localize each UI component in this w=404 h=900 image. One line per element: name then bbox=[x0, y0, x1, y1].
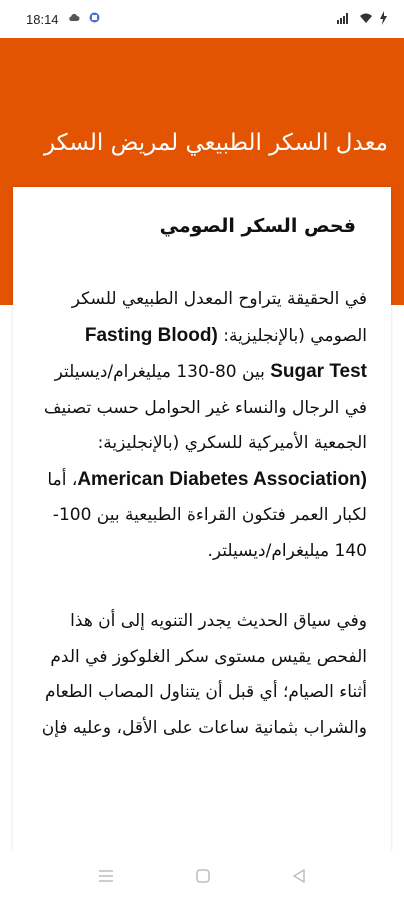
paragraph-2: وفي سياق الحديث يجدر التنويه إلى أن هذا … bbox=[41, 611, 367, 738]
navigation-bar bbox=[0, 851, 404, 900]
cloud-icon bbox=[68, 13, 80, 25]
wifi-icon bbox=[359, 12, 373, 27]
status-time: 18:14 bbox=[26, 11, 59, 27]
article-card: فحص السكر الصومي في الحقيقة يتراوح المعد… bbox=[13, 187, 391, 851]
home-icon[interactable] bbox=[192, 865, 214, 887]
english-term: (American Diabetes Association bbox=[77, 468, 367, 490]
paragraph-1: في الحقيقة يتراوح المعدل الطبيعي للسكر ا… bbox=[33, 282, 367, 569]
section-heading: فحص السكر الصومي bbox=[159, 215, 356, 237]
menu-icon[interactable] bbox=[95, 865, 117, 887]
signal-icon bbox=[337, 12, 353, 27]
status-right bbox=[337, 10, 388, 28]
app-icon bbox=[89, 12, 100, 26]
page-title: معدل السكر الطبيعي لمريض السكر bbox=[43, 130, 388, 156]
status-left: 18:14 bbox=[26, 12, 100, 27]
article-body: في الحقيقة يتراوح المعدل الطبيعي للسكر ا… bbox=[33, 282, 367, 746]
battery-charging-icon bbox=[379, 10, 388, 28]
back-icon[interactable] bbox=[288, 865, 310, 887]
status-bar: 18:14 bbox=[0, 0, 404, 38]
